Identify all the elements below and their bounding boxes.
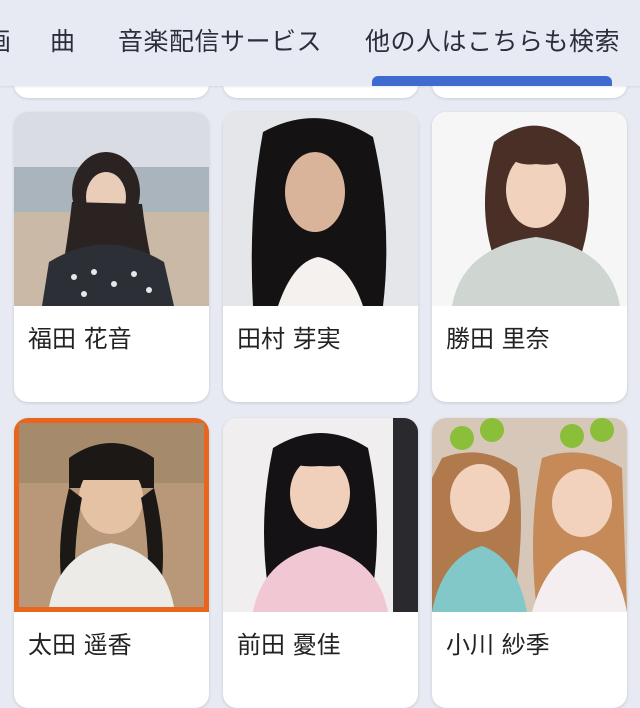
person-photo	[223, 418, 418, 612]
tab-music-services[interactable]: 音楽配信サービス	[118, 22, 322, 58]
tab-people-also-search[interactable]: 他の人はこちらも検索	[365, 22, 620, 58]
person-name: 田村 芽実	[237, 325, 341, 353]
person-card-maeda-yuka[interactable]: 前田 憂佳	[223, 418, 418, 708]
person-photo	[432, 418, 627, 612]
active-tab-indicator	[372, 76, 612, 86]
person-card-katsuta-rina[interactable]: 勝田 里奈	[432, 112, 627, 402]
person-photo	[14, 418, 209, 612]
person-card-tamura-meimi[interactable]: 田村 芽実	[223, 112, 418, 402]
person-photo	[223, 112, 418, 306]
person-name: 前田 憂佳	[237, 631, 341, 659]
person-name: 小川 紗季	[446, 631, 550, 659]
tab-bar: 画 曲 音楽配信サービス 他の人はこちらも検索	[0, 0, 640, 86]
tab-songs[interactable]: 曲	[50, 22, 76, 58]
tab-partial[interactable]: 画	[0, 22, 12, 58]
person-name: 太田 遥香	[28, 631, 132, 659]
person-name: 福田 花音	[28, 325, 132, 353]
person-card-ota-haruka[interactable]: 太田 遥香	[14, 418, 209, 708]
person-photo	[14, 112, 209, 306]
person-name: 勝田 里奈	[446, 325, 550, 353]
person-card-fukuda-kanon[interactable]: 福田 花音	[14, 112, 209, 402]
person-photo	[432, 112, 627, 306]
person-card-ogawa-saki[interactable]: 小川 紗季	[432, 418, 627, 708]
